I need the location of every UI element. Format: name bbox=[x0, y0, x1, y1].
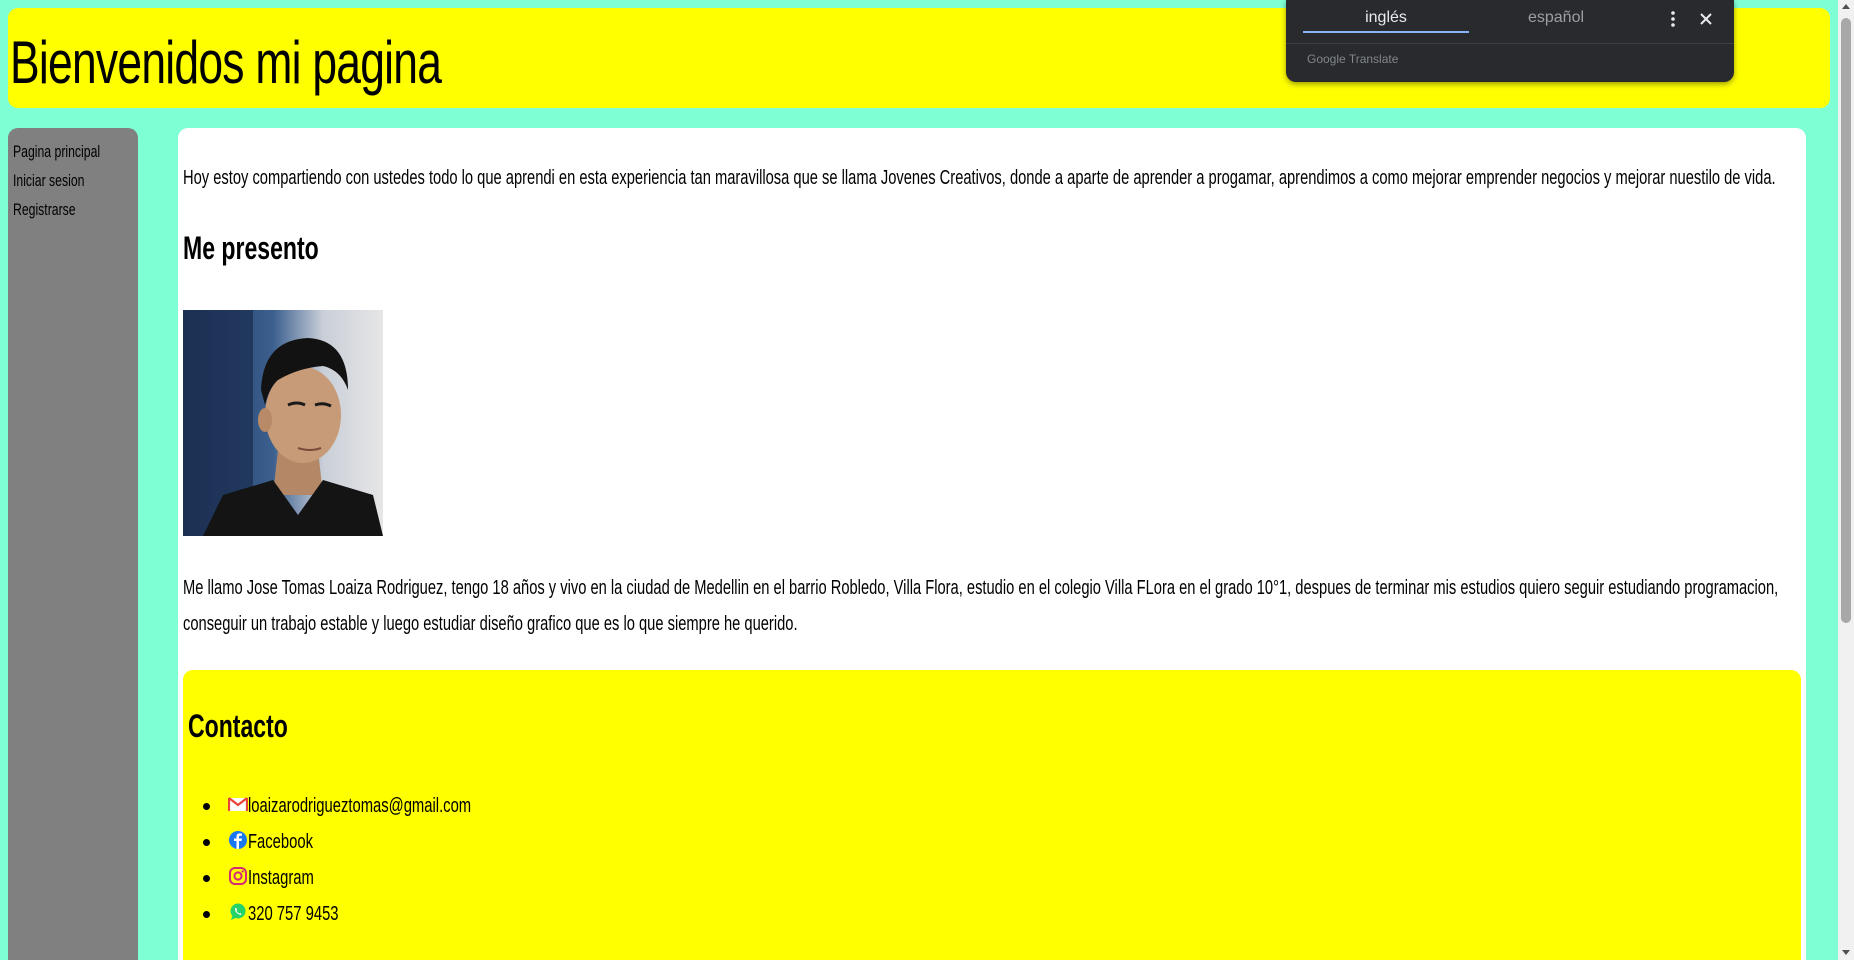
translate-language-tabs: inglés español bbox=[1303, 0, 1653, 34]
contact-list: loaizarodrigueztomas@gmail.com Facebook … bbox=[203, 788, 550, 932]
profile-photo bbox=[183, 310, 383, 536]
intro-text: Hoy estoy compartiendo con ustedes todo … bbox=[183, 167, 1776, 189]
whatsapp-icon bbox=[230, 903, 246, 920]
contact-link-text: Facebook bbox=[248, 831, 314, 853]
scrollbar-thumb[interactable] bbox=[1841, 18, 1851, 623]
bio-line: conseguir un trabajo estable y luego est… bbox=[183, 606, 1823, 642]
bio-line: Me llamo Jose Tomas Loaiza Rodriguez, te… bbox=[183, 570, 1823, 606]
contact-link-instagram[interactable]: Instagram bbox=[248, 867, 337, 889]
sidebar-nav: Pagina principal Iniciar sesion Registra… bbox=[8, 128, 138, 960]
contact-item-facebook: Facebook bbox=[203, 824, 550, 860]
facebook-icon bbox=[229, 831, 247, 849]
contact-item-email: loaizarodrigueztomas@gmail.com bbox=[203, 788, 550, 824]
intro-paragraph: Hoy estoy compartiendo con ustedes todo … bbox=[183, 160, 1854, 196]
more-options-icon[interactable] bbox=[1662, 8, 1684, 30]
gmail-icon bbox=[228, 797, 248, 811]
translate-divider bbox=[1286, 43, 1734, 44]
contact-link-phone[interactable]: 320 757 9453 bbox=[248, 903, 370, 925]
sidebar-link-label: Iniciar sesion bbox=[13, 171, 85, 190]
sidebar-link-pagina-principal[interactable]: Pagina principal bbox=[8, 137, 138, 166]
bio-paragraph: Me llamo Jose Tomas Loaiza Rodriguez, te… bbox=[183, 570, 1823, 642]
sidebar-link-registrarse[interactable]: Registrarse bbox=[8, 195, 138, 224]
contact-item-whatsapp: 320 757 9453 bbox=[203, 896, 550, 932]
bio-line-text: Me llamo Jose Tomas Loaiza Rodriguez, te… bbox=[183, 577, 1779, 599]
translate-brand: Google Translate bbox=[1307, 52, 1399, 66]
profile-photo-image bbox=[183, 310, 383, 536]
section-title-me-presento: Me presento bbox=[183, 230, 371, 267]
contact-link-email[interactable]: loaizarodrigueztomas@gmail.com bbox=[248, 795, 550, 817]
sidebar-link-label: Pagina principal bbox=[13, 142, 101, 161]
contact-link-text: 320 757 9453 bbox=[248, 903, 339, 925]
tab-spanish[interactable]: español bbox=[1473, 9, 1639, 27]
main-content: Hoy estoy compartiendo con ustedes todo … bbox=[178, 128, 1806, 960]
contact-link-text: Instagram bbox=[248, 867, 314, 889]
contact-title: Contacto bbox=[188, 708, 327, 745]
sidebar-link-iniciar-sesion[interactable]: Iniciar sesion bbox=[8, 166, 138, 195]
active-tab-indicator bbox=[1303, 31, 1469, 33]
page-scrollbar[interactable] bbox=[1838, 0, 1854, 960]
bio-line-text: conseguir un trabajo estable y luego est… bbox=[183, 613, 798, 635]
instagram-icon bbox=[229, 867, 247, 885]
contact-link-facebook[interactable]: Facebook bbox=[248, 831, 336, 853]
page-title: Bienvenidos mi pagina bbox=[10, 29, 442, 96]
translate-popup: inglés español Google Translate bbox=[1286, 0, 1734, 82]
contact-title-text: Contacto bbox=[188, 708, 288, 744]
scroll-down-arrow-icon[interactable] bbox=[1842, 950, 1850, 955]
section-title-text: Me presento bbox=[183, 230, 319, 266]
tab-english[interactable]: inglés bbox=[1303, 9, 1469, 27]
contact-section: Contacto loaizarodrigueztomas@gmail.com … bbox=[183, 670, 1801, 960]
contact-item-instagram: Instagram bbox=[203, 860, 550, 896]
scroll-up-arrow-icon[interactable] bbox=[1842, 4, 1850, 9]
contact-link-text: loaizarodrigueztomas@gmail.com bbox=[248, 795, 472, 817]
sidebar-link-label: Registrarse bbox=[13, 200, 76, 219]
close-icon[interactable] bbox=[1695, 8, 1717, 30]
